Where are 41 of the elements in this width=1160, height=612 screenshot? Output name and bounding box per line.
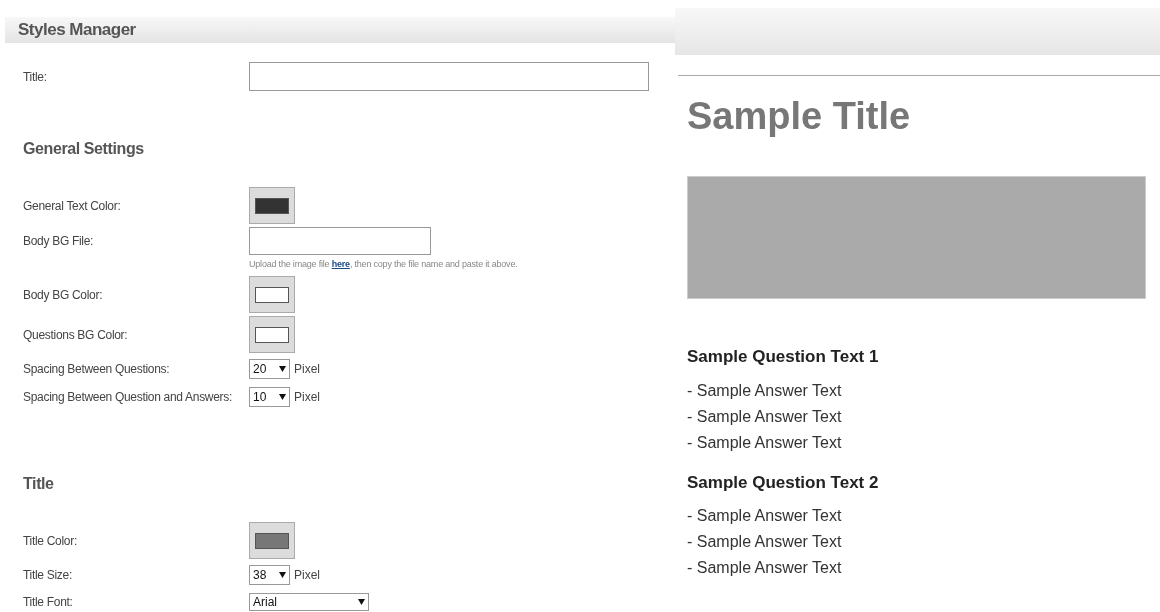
caret-icon — [279, 571, 286, 578]
unit-label: Pixel — [294, 360, 320, 378]
unit-label: Pixel — [294, 388, 320, 406]
field-label: Questions BG Color: — [23, 326, 129, 344]
color-swatch[interactable] — [249, 187, 295, 224]
dropdown[interactable]: 20 — [249, 358, 290, 379]
sample-title: Sample Title — [687, 93, 911, 139]
field-label: Title Size: — [23, 566, 73, 584]
hint-text: Upload the image file here, then copy the file name and paste it above. — [249, 258, 518, 270]
title-input[interactable] — [249, 62, 649, 91]
dropdown[interactable]: 38 — [249, 564, 290, 585]
field-label: General Text Color: — [23, 197, 122, 215]
field-label: Title Color: — [23, 532, 78, 550]
field-label: Body BG Color: — [23, 286, 104, 304]
field-label: Spacing Between Questions: — [23, 360, 171, 378]
dropdown[interactable]: Arial — [249, 592, 369, 611]
input-field[interactable] — [249, 226, 431, 255]
section-heading: Title — [23, 473, 54, 494]
color-swatch[interactable] — [249, 316, 295, 353]
answer-text: - Sample Answer Text — [687, 532, 843, 552]
color-swatch[interactable] — [249, 276, 295, 313]
caret-icon — [279, 365, 286, 372]
answer-text: - Sample Answer Text — [687, 506, 843, 526]
field-label: Body BG File: — [23, 232, 95, 250]
answer-text: - Sample Answer Text — [687, 406, 843, 427]
answer-text: - Sample Answer Text — [687, 558, 843, 578]
caret-icon — [358, 598, 365, 605]
field-label: Spacing Between Question and Answers: — [23, 388, 234, 406]
question-text: Sample Question Text 1 — [687, 346, 880, 368]
question-text: Sample Question Text 2 — [687, 471, 880, 494]
answer-text: - Sample Answer Text — [687, 380, 843, 401]
dropdown[interactable]: 10 — [249, 386, 290, 407]
caret-icon — [279, 393, 286, 400]
panel-title: Styles Manager — [18, 19, 136, 41]
answer-text: - Sample Answer Text — [687, 432, 843, 453]
field-label: Title Font: — [23, 593, 74, 611]
color-swatch[interactable] — [249, 522, 295, 559]
field-label: Title: — [23, 68, 48, 86]
unit-label: Pixel — [294, 566, 320, 584]
section-heading: General Settings — [23, 138, 144, 159]
here-link[interactable]: here — [331, 258, 350, 269]
